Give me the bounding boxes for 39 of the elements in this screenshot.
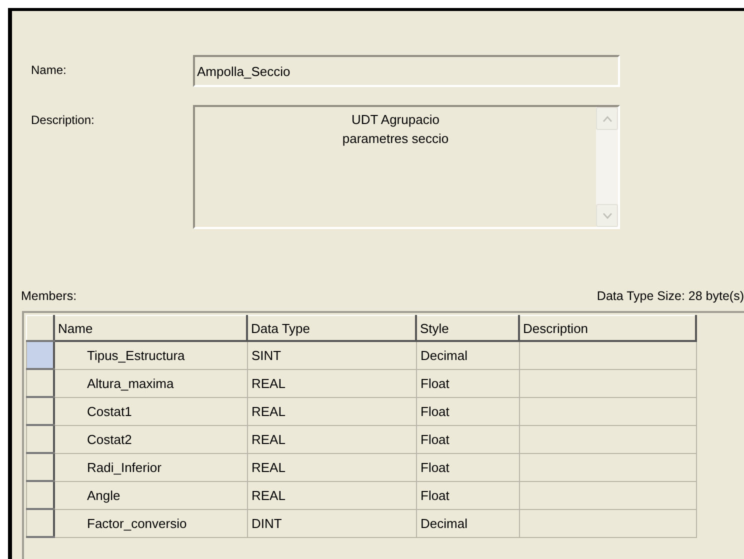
description-label: Description:: [31, 112, 96, 127]
row-header[interactable]: [26, 425, 54, 453]
name-field[interactable]: Ampolla_Seccio: [193, 55, 620, 87]
members-label: Members:: [21, 289, 77, 303]
row-header[interactable]: [26, 481, 54, 509]
table-cell: Decimal: [416, 341, 519, 369]
table-cell: REAL: [247, 481, 416, 509]
table-cell: SINT: [247, 341, 416, 369]
column-header[interactable]: Data Type: [247, 316, 416, 341]
row-header[interactable]: [26, 453, 54, 481]
row-header[interactable]: [26, 397, 54, 425]
table-cell: Decimal: [416, 509, 519, 537]
table-cell: Angle: [54, 481, 247, 509]
table-cell: Float: [416, 397, 519, 425]
row-header[interactable]: [26, 369, 54, 397]
table-cell: REAL: [247, 397, 416, 425]
description-field[interactable]: UDT Agrupacio parametres seccio: [193, 105, 620, 229]
table-cell: Float: [416, 481, 519, 509]
table-cell: Radi_Inferior: [54, 453, 247, 481]
corner-header: [26, 316, 54, 341]
column-header[interactable]: Name: [54, 316, 247, 341]
row-header[interactable]: [26, 509, 54, 537]
table-cell: Tipus_Estructura: [54, 341, 247, 369]
table-cell: Float: [416, 453, 519, 481]
row-header[interactable]: [26, 341, 54, 369]
table-cell: Float: [416, 369, 519, 397]
data-type-size-text: Data Type Size: 28 byte(s): [596, 289, 744, 303]
table-cell: REAL: [247, 453, 416, 481]
table-cell: Costat2: [54, 425, 247, 453]
name-label: Name:: [31, 62, 68, 77]
table-cell: Altura_maxima: [54, 369, 247, 397]
column-header[interactable]: Description: [519, 316, 696, 341]
table-cell: Float: [416, 425, 519, 453]
table-cell: REAL: [247, 369, 416, 397]
table-cell: Factor_conversio: [54, 509, 247, 537]
table-cell: Costat1: [54, 397, 247, 425]
table-cell: REAL: [247, 425, 416, 453]
table-cell: DINT: [247, 509, 416, 537]
column-header[interactable]: Style: [416, 316, 519, 341]
